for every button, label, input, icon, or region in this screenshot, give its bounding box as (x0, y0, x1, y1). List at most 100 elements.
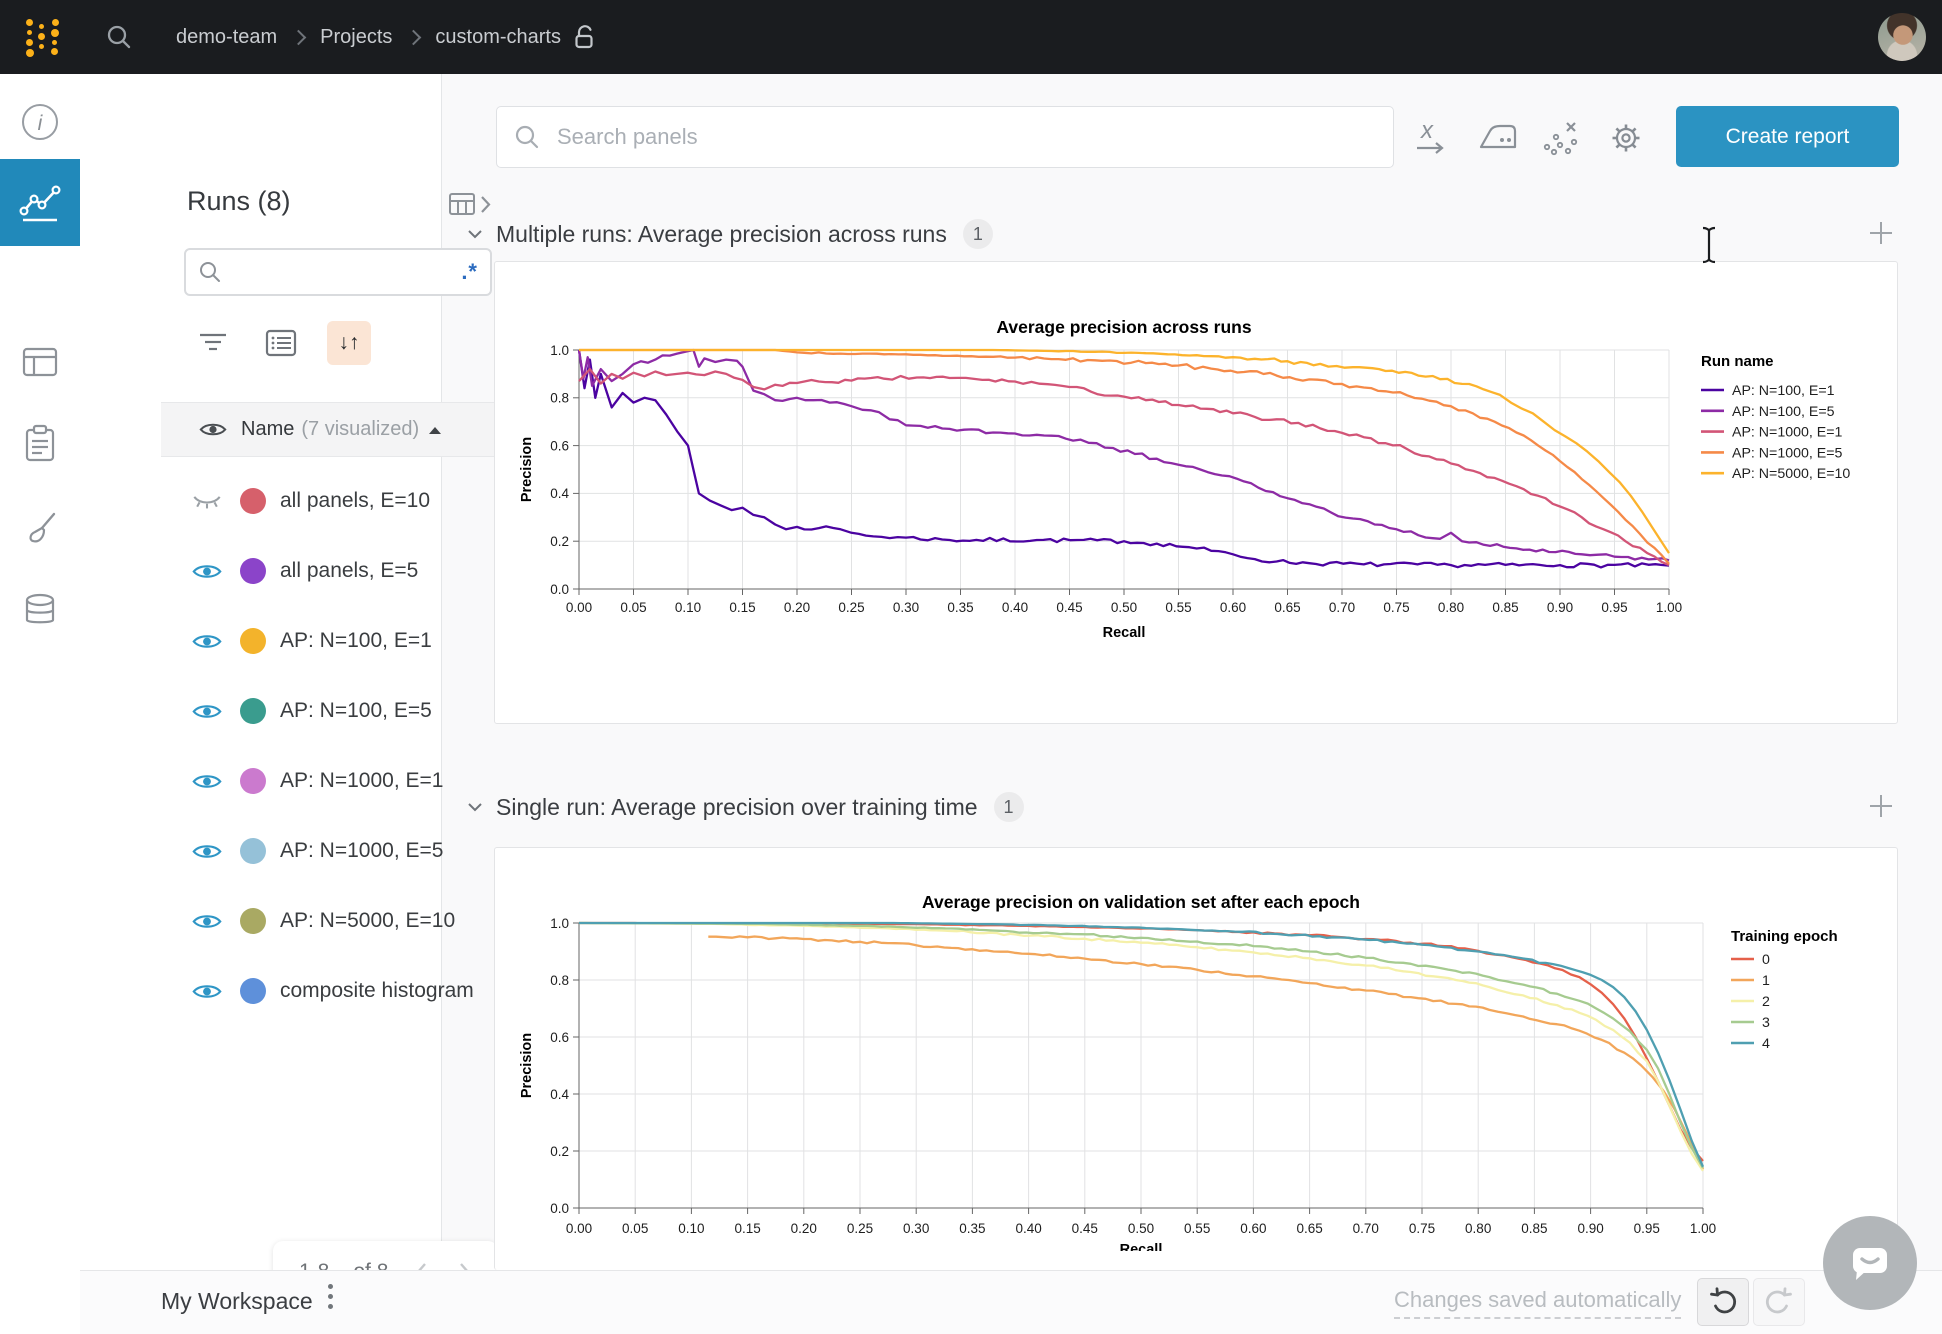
unlock-icon (573, 24, 597, 50)
workspace-charts-tab[interactable] (0, 159, 80, 246)
run-row[interactable]: composite histogram (160, 956, 520, 1026)
info-icon[interactable]: i (0, 82, 80, 162)
svg-text:AP: N=1000, E=1: AP: N=1000, E=1 (1732, 425, 1843, 441)
redo-button[interactable] (1753, 1278, 1805, 1326)
run-row[interactable]: AP: N=5000, E=10 (160, 886, 520, 956)
svg-text:0.70: 0.70 (1329, 600, 1355, 615)
svg-text:0.70: 0.70 (1353, 1221, 1379, 1236)
eye-open-icon[interactable] (187, 702, 227, 721)
regex-toggle[interactable]: .* (461, 259, 478, 285)
outliers-scatter-icon[interactable] (1541, 118, 1583, 158)
run-row[interactable]: AP: N=1000, E=5 (160, 816, 520, 886)
run-row[interactable]: all panels, E=10 (160, 466, 520, 536)
workspace-menu-kebab-icon[interactable] (328, 1284, 333, 1309)
svg-text:0.40: 0.40 (1015, 1221, 1041, 1236)
panel-search-input[interactable] (555, 123, 1339, 151)
add-panel-icon[interactable] (1867, 219, 1895, 247)
svg-text:0.0: 0.0 (550, 582, 569, 597)
eye-open-icon[interactable] (187, 772, 227, 791)
run-label[interactable]: AP: N=100, E=5 (280, 699, 432, 723)
run-color-dot (240, 698, 266, 724)
settings-gear-icon[interactable] (1605, 118, 1647, 158)
svg-text:AP: N=1000, E=5: AP: N=1000, E=5 (1732, 445, 1843, 461)
svg-text:0.85: 0.85 (1492, 600, 1518, 615)
eye-open-icon[interactable] (187, 632, 227, 651)
runs-count-title: Runs (8) (187, 186, 291, 217)
run-label[interactable]: AP: N=5000, E=10 (280, 909, 455, 933)
notes-icon[interactable] (0, 404, 80, 484)
run-row[interactable]: AP: N=100, E=1 (160, 606, 520, 676)
group-list-icon[interactable] (259, 321, 303, 365)
svg-text:0.6: 0.6 (550, 1030, 569, 1045)
run-row[interactable]: all panels, E=5 (160, 536, 520, 606)
breadcrumb-team[interactable]: demo-team (176, 26, 277, 49)
breadcrumb-project-name[interactable]: custom-charts (435, 26, 561, 49)
svg-text:0.00: 0.00 (566, 1221, 592, 1236)
eye-open-icon[interactable] (187, 982, 227, 1001)
eye-closed-icon[interactable] (187, 492, 227, 511)
run-label[interactable]: AP: N=1000, E=5 (280, 839, 443, 863)
svg-text:0.2: 0.2 (550, 534, 569, 549)
svg-text:0.8: 0.8 (550, 391, 569, 406)
sweeps-brush-icon[interactable] (0, 489, 80, 569)
eye-open-icon[interactable] (187, 842, 227, 861)
top-nav-bar: demo-team Projects custom-charts (0, 0, 1942, 74)
x-axis-settings-icon[interactable]: x (1413, 118, 1455, 158)
create-report-button[interactable]: Create report (1676, 106, 1899, 167)
eye-open-icon[interactable] (187, 912, 227, 931)
artifacts-database-icon[interactable] (0, 571, 80, 651)
run-label[interactable]: all panels, E=5 (280, 559, 418, 583)
section-title: Single run: Average precision over train… (496, 794, 978, 821)
help-chat-button[interactable] (1823, 1216, 1917, 1310)
text-cursor (1697, 224, 1721, 266)
svg-text:1.0: 1.0 (550, 343, 569, 358)
panel-avg-precision-across-runs[interactable]: 0.000.050.100.150.200.250.300.350.400.45… (494, 261, 1898, 724)
eye-icon[interactable] (199, 421, 227, 438)
runs-name-header[interactable]: Name (7 visualized) (161, 402, 520, 457)
svg-text:0.20: 0.20 (784, 600, 810, 615)
chevron-down-icon[interactable] (466, 800, 484, 814)
sort-icon[interactable]: ↓↑ (327, 321, 371, 365)
filter-icon[interactable] (191, 321, 235, 365)
run-row[interactable]: AP: N=100, E=5 (160, 676, 520, 746)
svg-text:0.75: 0.75 (1409, 1221, 1435, 1236)
panel-search[interactable] (496, 106, 1394, 168)
svg-text:Recall: Recall (1103, 625, 1146, 641)
chevron-down-icon[interactable] (466, 227, 484, 241)
runs-search-input[interactable]: .* (184, 248, 492, 296)
run-label[interactable]: AP: N=1000, E=1 (280, 769, 443, 793)
search-icon[interactable] (104, 22, 134, 52)
runs-table-tab[interactable] (0, 322, 80, 402)
add-panel-icon[interactable] (1867, 792, 1895, 820)
svg-text:0.95: 0.95 (1634, 1221, 1660, 1236)
run-color-dot (240, 908, 266, 934)
svg-text:0.45: 0.45 (1072, 1221, 1098, 1236)
runs-sidebar: Runs (8) .* ↓↑ Name (7 visualized) all p… (80, 74, 442, 1270)
autosave-status[interactable]: Changes saved automatically (1394, 1287, 1681, 1319)
wandb-logo-icon[interactable] (26, 16, 60, 58)
run-label[interactable]: composite histogram (280, 979, 474, 1003)
panel-avg-precision-per-epoch[interactable]: 0.000.050.100.150.200.250.300.350.400.45… (494, 847, 1898, 1270)
svg-text:Run name: Run name (1701, 353, 1774, 370)
breadcrumb-separator (291, 29, 307, 45)
svg-text:0.80: 0.80 (1438, 600, 1464, 615)
name-column-label: Name (241, 418, 294, 441)
svg-text:4: 4 (1762, 1036, 1770, 1052)
smoothing-iron-icon[interactable] (1477, 118, 1519, 158)
undo-button[interactable] (1697, 1278, 1749, 1326)
panel-count-badge: 1 (963, 219, 993, 249)
run-label[interactable]: AP: N=100, E=1 (280, 629, 432, 653)
eye-open-icon[interactable] (187, 562, 227, 581)
run-label[interactable]: all panels, E=10 (280, 489, 430, 513)
user-avatar[interactable] (1878, 13, 1926, 61)
wandb-workspace: demo-team Projects custom-charts i Ru (0, 0, 1942, 1334)
svg-text:AP: N=100, E=5: AP: N=100, E=5 (1732, 404, 1835, 420)
svg-text:0.55: 0.55 (1184, 1221, 1210, 1236)
svg-text:0.35: 0.35 (947, 600, 973, 615)
svg-text:Training epoch: Training epoch (1731, 928, 1838, 945)
section-header-multiple-runs[interactable]: Multiple runs: Average precision across … (466, 219, 993, 249)
breadcrumb-projects[interactable]: Projects (320, 26, 392, 49)
section-header-single-run[interactable]: Single run: Average precision over train… (466, 792, 1024, 822)
svg-text:0.00: 0.00 (566, 600, 592, 615)
workspace-label[interactable]: My Workspace (161, 1288, 313, 1315)
